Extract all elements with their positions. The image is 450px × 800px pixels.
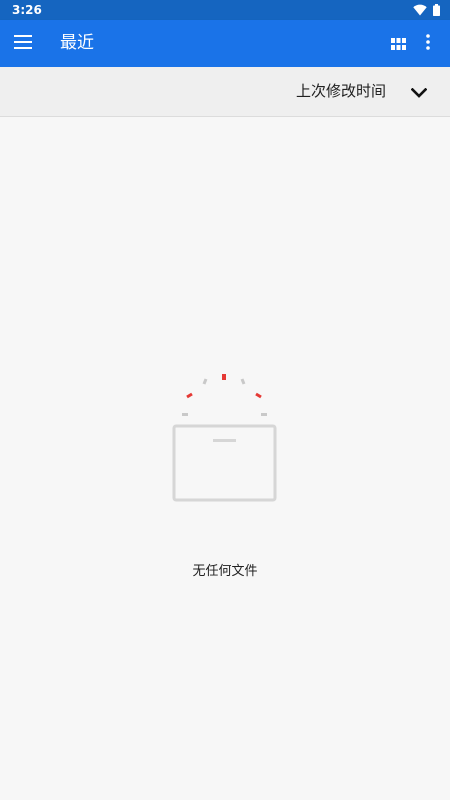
sort-label[interactable]: 上次修改时间 xyxy=(296,80,386,102)
grid-view-button[interactable] xyxy=(384,30,412,58)
menu-button[interactable] xyxy=(8,28,38,58)
battery-icon xyxy=(433,1,440,20)
more-vertical-icon xyxy=(426,34,430,54)
grid-view-icon xyxy=(390,35,406,54)
status-time: 3:26 xyxy=(12,3,42,17)
sort-dropdown-button[interactable] xyxy=(406,79,432,105)
status-bar: 3:26 xyxy=(0,0,450,20)
more-options-button[interactable] xyxy=(414,30,442,58)
wifi-icon xyxy=(413,1,427,20)
page-title: 最近 xyxy=(60,33,94,53)
chevron-down-icon xyxy=(410,83,428,102)
app-bar: 最近 xyxy=(0,20,450,67)
empty-state-message: 无任何文件 xyxy=(192,564,258,579)
status-icons xyxy=(413,3,440,17)
hamburger-menu-icon xyxy=(14,34,32,53)
sort-bar: 上次修改时间 xyxy=(0,67,450,117)
empty-folder-icon xyxy=(165,368,285,508)
